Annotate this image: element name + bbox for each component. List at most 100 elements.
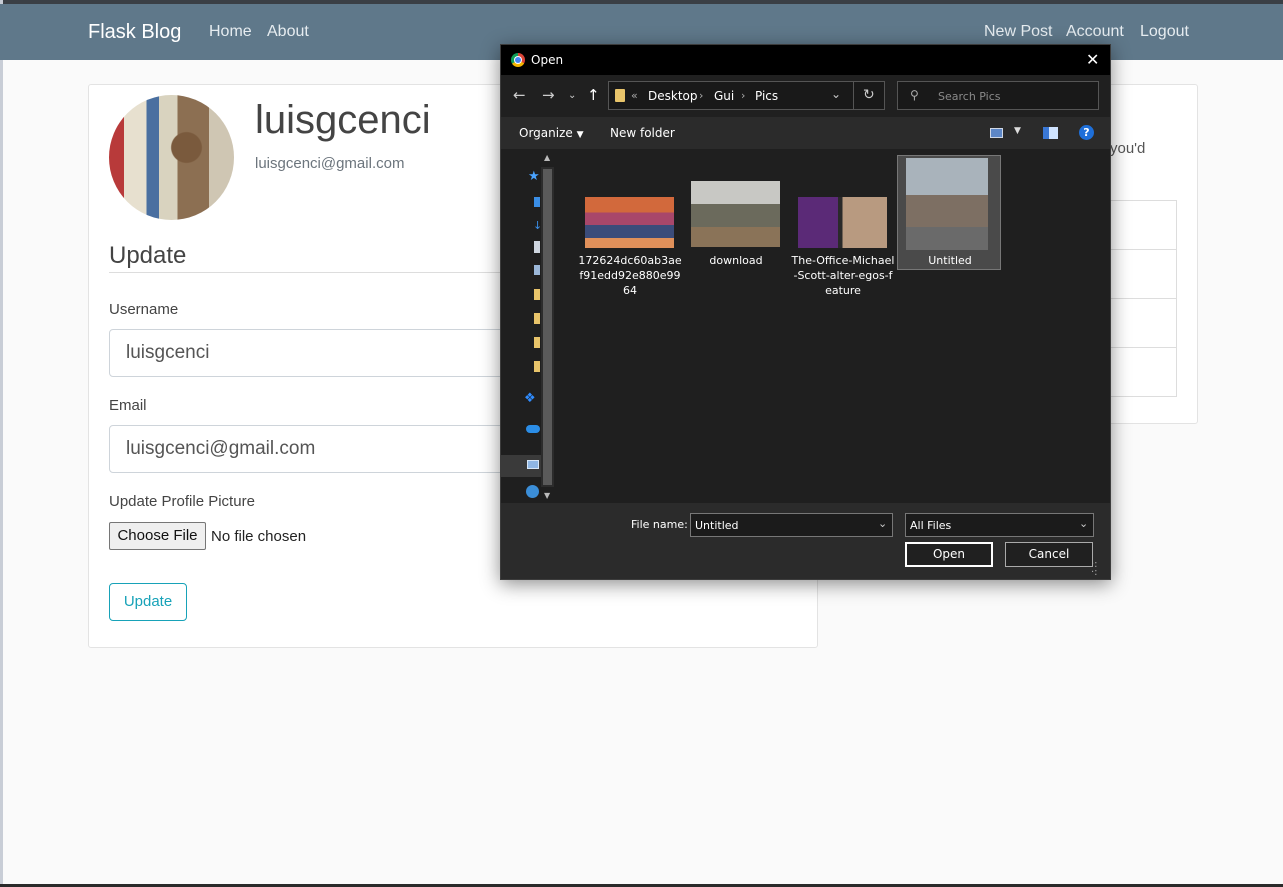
file-type-value: All Files <box>910 519 952 532</box>
sidebar-list-item[interactable] <box>1104 250 1176 299</box>
nav-home-link[interactable]: Home <box>209 23 252 41</box>
breadcrumb-pics[interactable]: Pics <box>755 89 778 103</box>
file-thumbnail <box>798 197 887 248</box>
sidebar-text: you'd <box>1110 140 1146 157</box>
organize-label: Organize <box>519 126 573 140</box>
breadcrumb-desktop[interactable]: Desktop <box>648 89 698 103</box>
file-name: 172624dc60ab3aef91edd92e880e9964 <box>578 254 682 297</box>
address-dropdown-icon[interactable]: ⌄ <box>831 87 841 101</box>
legend-divider <box>109 272 529 273</box>
back-arrow-icon[interactable]: ← <box>513 86 526 104</box>
breadcrumb-overflow[interactable]: « <box>631 89 638 102</box>
file-name: Untitled <box>928 254 972 267</box>
forward-arrow-icon[interactable]: → <box>542 86 555 104</box>
search-placeholder: Search Pics <box>938 90 1001 103</box>
username-label: Username <box>109 301 179 318</box>
breadcrumb-gui[interactable]: Gui <box>714 89 734 103</box>
file-type-select[interactable]: All Files ⌄ <box>905 513 1094 537</box>
chrome-icon <box>511 53 525 67</box>
preview-pane-icon[interactable] <box>1043 127 1058 139</box>
dialog-footer: File name: Untitled ⌄ All Files ⌄ Open C… <box>501 503 1110 579</box>
folder-icon[interactable] <box>534 289 540 300</box>
window-left-edge <box>0 0 3 887</box>
form-legend: Update <box>109 242 187 269</box>
file-list: 172624dc60ab3aef91edd92e880e9964 downloa… <box>558 149 1110 503</box>
refresh-icon[interactable]: ↻ <box>863 87 875 103</box>
update-button[interactable]: Update <box>109 583 187 621</box>
cancel-button[interactable]: Cancel <box>1005 542 1093 567</box>
onedrive-icon[interactable] <box>526 425 540 433</box>
address-divider <box>853 82 854 109</box>
file-name: download <box>709 254 763 267</box>
nav-new-post-link[interactable]: New Post <box>984 23 1052 41</box>
no-file-text: No file chosen <box>211 528 307 545</box>
quick-access-star-icon[interactable]: ★ <box>528 169 540 184</box>
email-label: Email <box>109 397 147 414</box>
dialog-title: Open <box>531 53 564 67</box>
chevron-down-icon: ▼ <box>576 130 584 140</box>
dialog-titlebar[interactable]: Open ✕ <box>501 45 1110 75</box>
up-arrow-icon[interactable]: ↑ <box>587 86 600 104</box>
file-thumbnail <box>585 197 674 248</box>
desktop-folder-icon[interactable] <box>534 197 540 207</box>
file-item-selected[interactable]: Untitled <box>897 155 1001 270</box>
folder-icon <box>615 89 625 102</box>
open-button[interactable]: Open <box>905 542 993 567</box>
username-input[interactable]: luisgcenci <box>109 329 529 377</box>
file-item[interactable]: The-Office-Michael-Scott-alter-egos-feat… <box>791 189 895 299</box>
navigation-scrollbar[interactable] <box>541 167 554 487</box>
dropbox-icon[interactable]: ❖ <box>524 391 536 406</box>
file-name-label: File name: <box>631 518 688 531</box>
picture-label: Update Profile Picture <box>109 493 255 510</box>
file-thumbnail <box>691 181 780 247</box>
command-bar: Organize ▼ New folder ▼ ? <box>501 117 1110 149</box>
address-bar[interactable]: « Desktop › Gui › Pics ⌄ ↻ <box>608 81 885 110</box>
pictures-icon[interactable] <box>534 265 540 275</box>
file-name-input[interactable]: Untitled ⌄ <box>690 513 893 537</box>
computer-icon <box>527 460 539 469</box>
chevron-down-icon[interactable]: ⌄ <box>878 517 887 530</box>
help-icon[interactable]: ? <box>1079 125 1094 140</box>
file-name-value: Untitled <box>695 519 739 532</box>
new-folder-button[interactable]: New folder <box>610 126 675 140</box>
resize-grip-icon[interactable]: ·: ·: <box>1091 560 1098 578</box>
chevron-down-icon[interactable]: ⌄ <box>1079 517 1088 530</box>
network-icon[interactable] <box>526 485 539 498</box>
scrollbar-thumb[interactable] <box>543 169 552 485</box>
organize-menu[interactable]: Organize ▼ <box>519 126 584 140</box>
open-file-dialog: Open ✕ ← → ⌄ ↑ « Desktop › Gui › Pics ⌄ … <box>500 44 1111 580</box>
search-icon: ⚲ <box>910 88 919 102</box>
profile-avatar <box>109 95 234 220</box>
folder-icon[interactable] <box>534 361 540 372</box>
scroll-up-icon[interactable]: ▲ <box>544 153 550 162</box>
nav-about-link[interactable]: About <box>267 23 309 41</box>
nav-logout-link[interactable]: Logout <box>1140 23 1189 41</box>
scroll-down-icon[interactable]: ▼ <box>544 491 550 500</box>
change-view-icon[interactable] <box>990 128 1003 138</box>
nav-account-link[interactable]: Account <box>1066 23 1124 41</box>
file-item[interactable]: 172624dc60ab3aef91edd92e880e9964 <box>578 189 682 299</box>
email-input[interactable]: luisgcenci@gmail.com <box>109 425 529 473</box>
file-item[interactable]: download <box>684 175 788 275</box>
view-options-chevron-icon[interactable]: ▼ <box>1014 126 1021 136</box>
dialog-navigation-bar: ← → ⌄ ↑ « Desktop › Gui › Pics ⌄ ↻ ⚲ Sea… <box>501 75 1110 117</box>
recent-locations-chevron-icon[interactable]: ⌄ <box>568 90 576 101</box>
sidebar-list <box>1104 200 1177 397</box>
folder-icon[interactable] <box>534 337 540 348</box>
this-pc-item[interactable] <box>501 455 541 477</box>
file-name: The-Office-Michael-Scott-alter-egos-feat… <box>791 254 895 297</box>
profile-email: luisgcenci@gmail.com <box>255 155 405 172</box>
file-thumbnail <box>906 158 988 250</box>
navigation-pane: ★ ↓ ❖ ▲ ▼ <box>501 149 558 503</box>
folder-icon[interactable] <box>534 313 540 324</box>
close-icon[interactable]: ✕ <box>1086 50 1099 69</box>
brand-link[interactable]: Flask Blog <box>88 21 181 44</box>
sidebar-list-item[interactable] <box>1104 201 1176 250</box>
breadcrumb-separator-icon: › <box>699 89 704 102</box>
documents-icon[interactable] <box>534 241 540 253</box>
search-box[interactable]: ⚲ Search Pics <box>897 81 1099 110</box>
profile-username: luisgcenci <box>255 98 431 142</box>
sidebar-list-item[interactable] <box>1104 348 1176 397</box>
sidebar-list-item[interactable] <box>1104 299 1176 348</box>
choose-file-button[interactable]: Choose File <box>109 522 206 550</box>
